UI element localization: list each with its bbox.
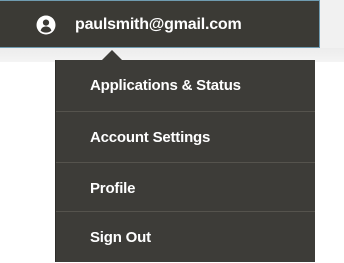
- menu-item-label: Profile: [90, 180, 136, 197]
- dropdown-caret: [102, 50, 122, 60]
- menu-item-applications-status[interactable]: Applications & Status: [56, 60, 315, 111]
- account-email: paulsmith@gmail.com: [75, 16, 242, 33]
- menu-item-label: Account Settings: [90, 129, 211, 146]
- menu-item-account-settings[interactable]: Account Settings: [56, 112, 315, 163]
- user-circle-icon: [36, 15, 56, 35]
- menu-item-profile[interactable]: Profile: [56, 163, 315, 214]
- menu-item-sign-out[interactable]: Sign Out: [56, 212, 315, 263]
- account-dropdown-menu: Applications & Status Account Settings P…: [56, 60, 315, 262]
- menu-item-label: Sign Out: [90, 229, 151, 246]
- account-menu-button[interactable]: paulsmith@gmail.com: [0, 0, 320, 48]
- menu-item-label: Applications & Status: [90, 77, 241, 94]
